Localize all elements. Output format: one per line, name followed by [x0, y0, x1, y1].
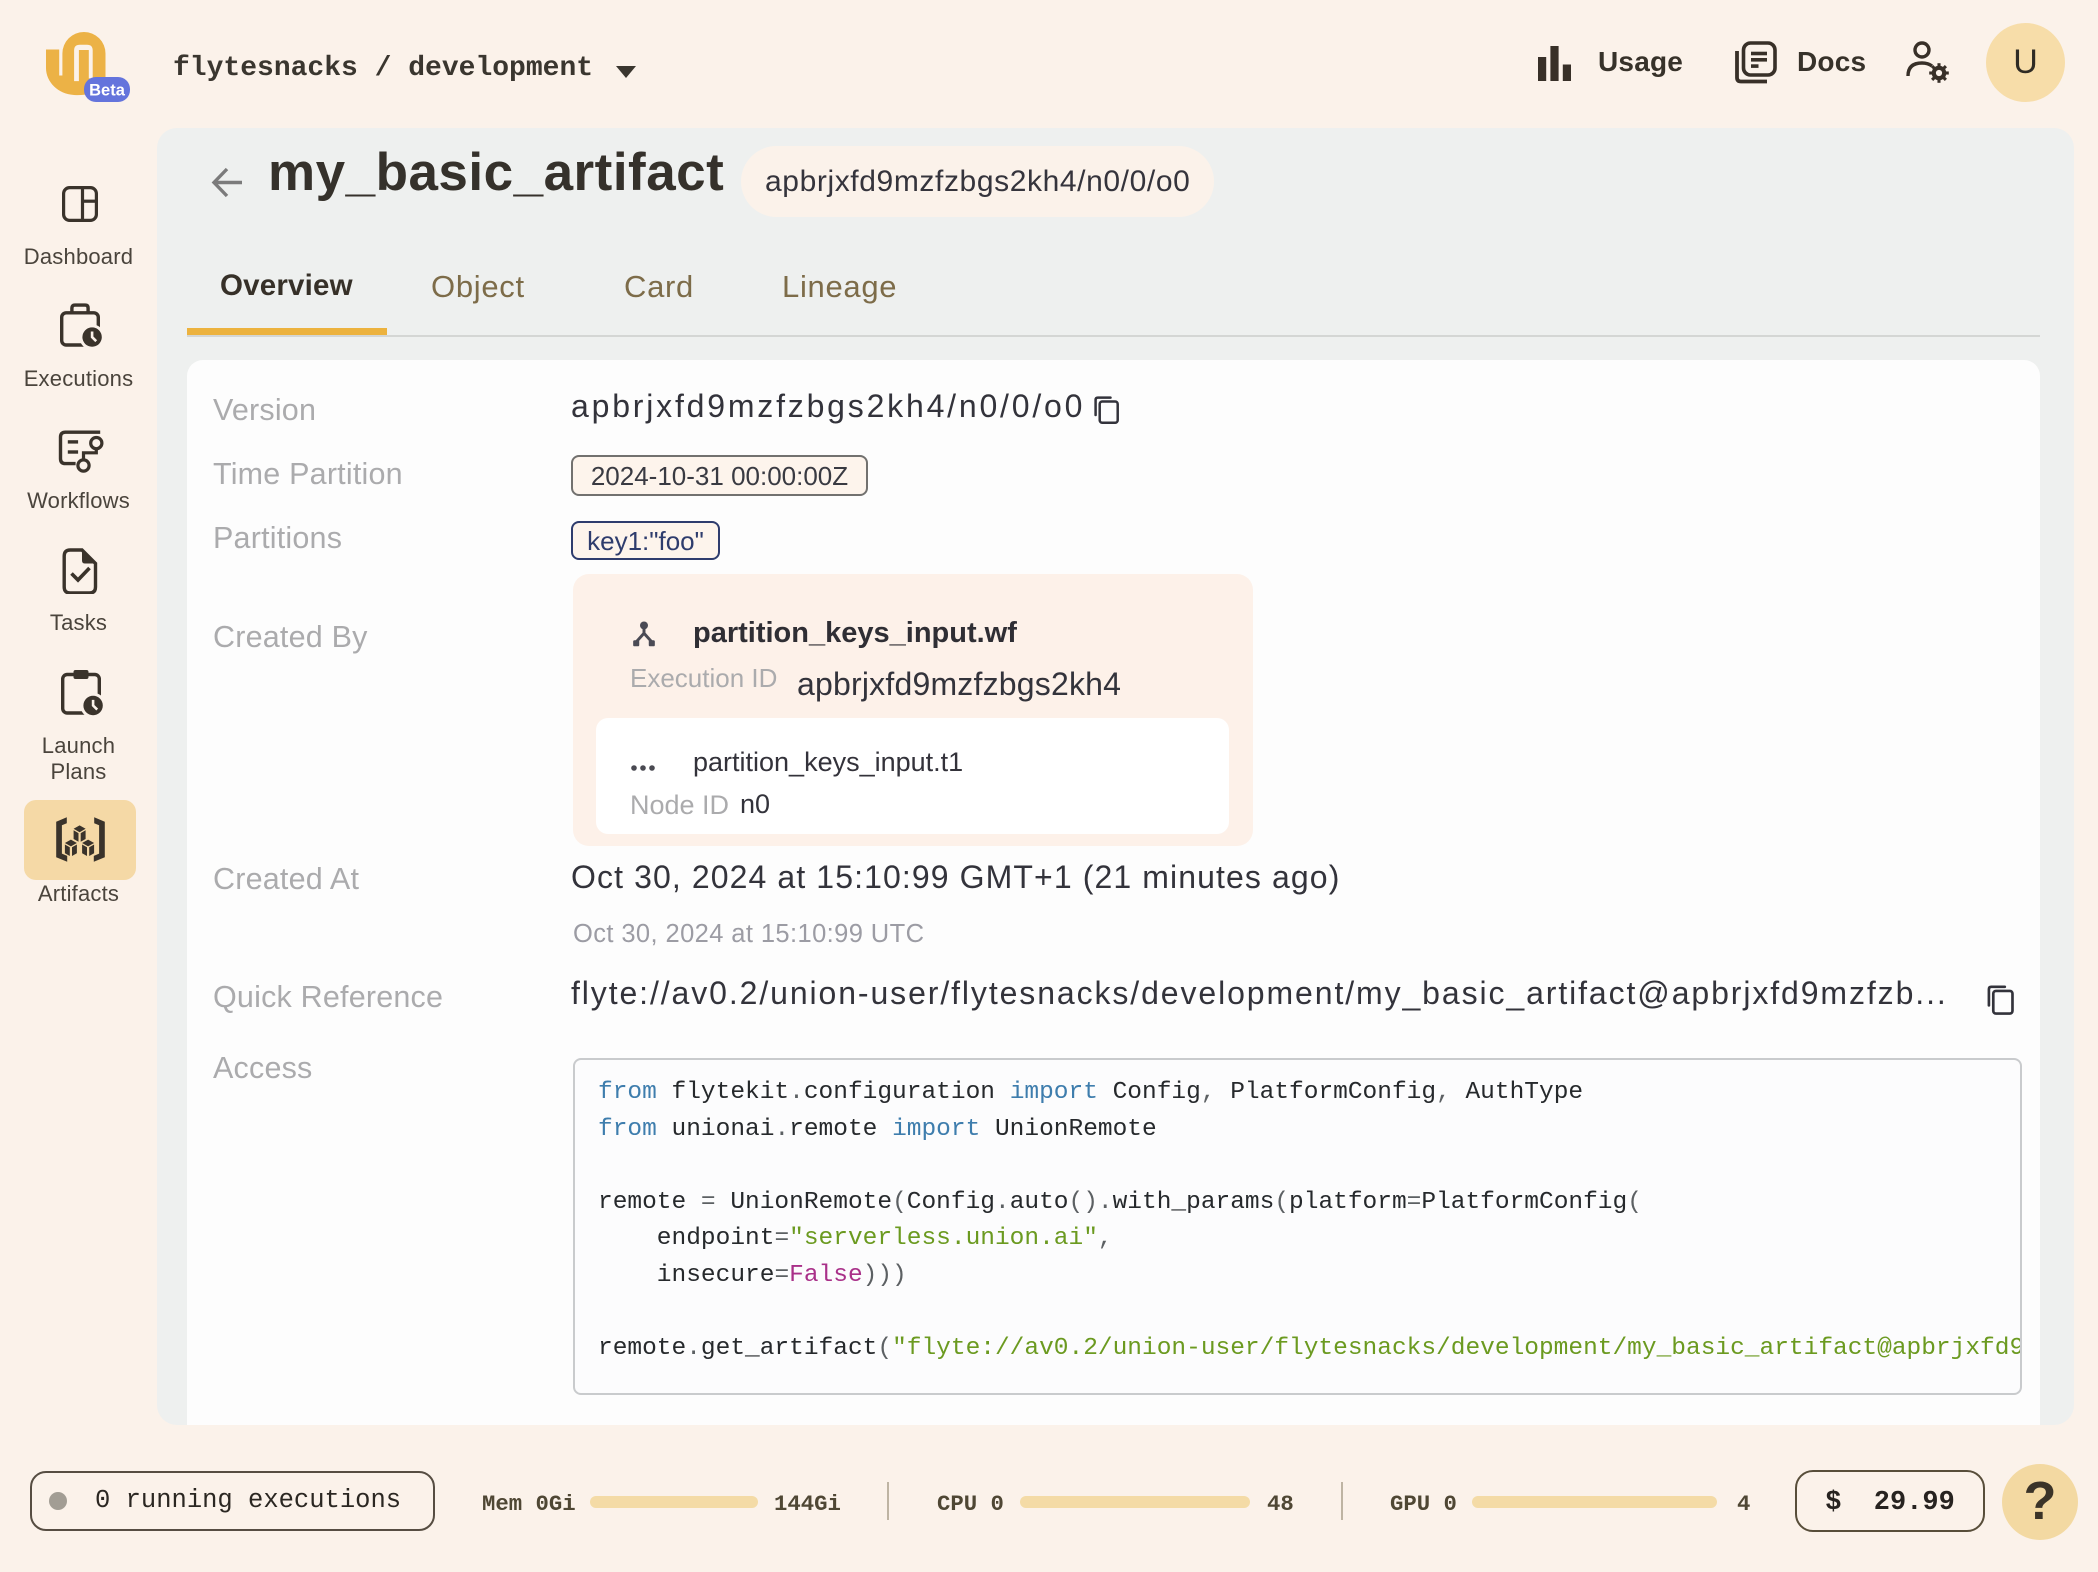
svg-text:Beta: Beta — [89, 82, 126, 100]
